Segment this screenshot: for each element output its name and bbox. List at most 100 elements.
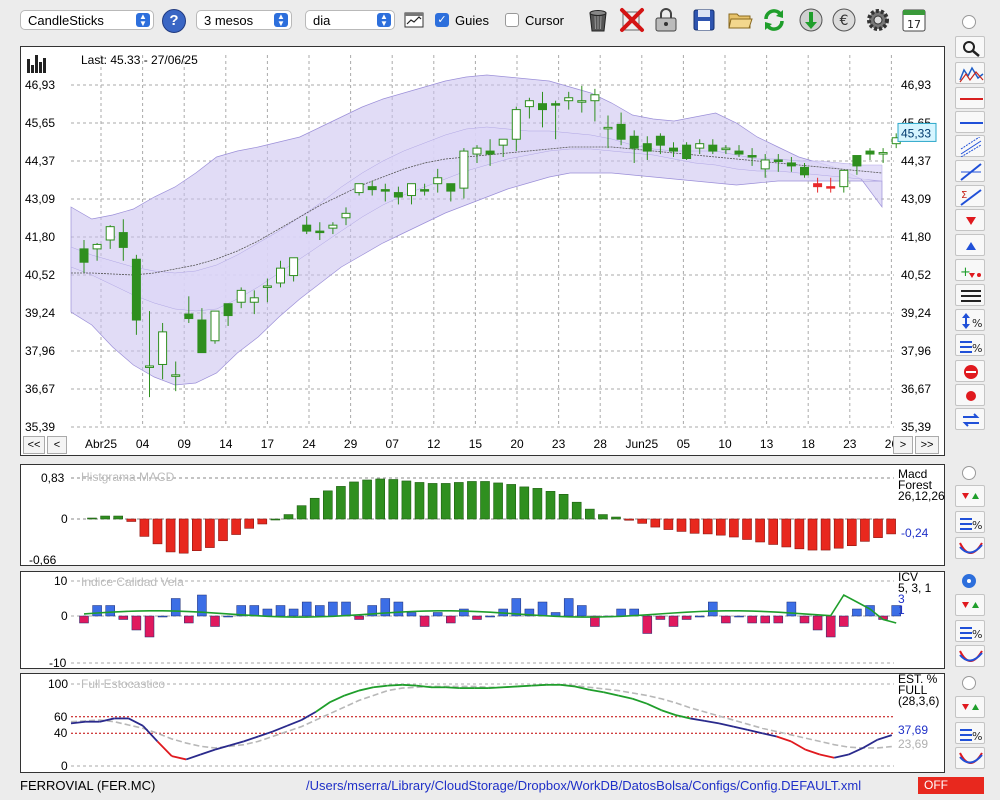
macd-bar: [833, 518, 844, 549]
save-icon[interactable]: [690, 6, 718, 34]
icv-chart[interactable]: 10 0 -10 Indice Calidad Vela: [21, 572, 944, 668]
fibonacci-button[interactable]: Σ: [955, 185, 985, 207]
candle-body: [433, 177, 443, 185]
candle-body: [145, 365, 154, 368]
macd-chart[interactable]: 0,83 0 -0,66 Histgrama MACD: [21, 465, 944, 565]
range-percent-button[interactable]: %: [955, 309, 985, 331]
nav-next-button[interactable]: >: [893, 436, 913, 454]
stochastic-params-button[interactable]: %: [955, 722, 985, 744]
trash-icon[interactable]: [584, 6, 612, 34]
bollinger-band-outer: [70, 74, 883, 386]
candle-body: [262, 285, 272, 288]
candle-body: [158, 331, 168, 365]
horizontal-line-blue-button[interactable]: [955, 111, 985, 133]
macd-bar: [113, 515, 123, 520]
candle-body: [669, 147, 678, 152]
icv-bar: [288, 608, 299, 617]
zoom-button[interactable]: [955, 36, 985, 58]
y-tick-label-right: 43,09: [901, 192, 931, 206]
chart-settings-icon[interactable]: [404, 10, 424, 30]
icv-bar: [354, 615, 364, 620]
icv-bar: [328, 601, 338, 617]
macd-radio[interactable]: [962, 466, 976, 480]
lock-icon[interactable]: [652, 6, 680, 34]
channel-button[interactable]: [955, 135, 985, 157]
stochastic-k-segment: [300, 711, 317, 721]
stochastic-curve-button[interactable]: [955, 747, 985, 769]
icv-down-arrows-button[interactable]: [955, 594, 985, 616]
macd-params-button[interactable]: %: [955, 511, 985, 533]
icv-panel: 10 0 -10 Indice Calidad Vela: [20, 571, 945, 669]
icv-radio[interactable]: [962, 574, 976, 588]
candle-body: [865, 150, 875, 155]
macd-bar: [231, 518, 241, 535]
candle-body: [826, 186, 836, 189]
y-tick-label: 40: [54, 726, 68, 740]
stochastic-k-segment: [272, 724, 288, 733]
stochastic-k-segment: [243, 735, 259, 743]
stochastic-k-segment: [156, 740, 173, 757]
candle-body: [393, 192, 403, 198]
chart-type-button[interactable]: [955, 62, 985, 84]
refresh-icon[interactable]: [760, 6, 788, 34]
stochastic-chart[interactable]: 100 60 40 0 Full Estocastico: [21, 674, 944, 772]
macd-down-arrows-button[interactable]: [955, 485, 985, 507]
macd-curve-button[interactable]: [955, 537, 985, 559]
stochastic-radio[interactable]: [962, 676, 976, 690]
stochastic-k-segment: [776, 735, 792, 743]
stochastic-k-segment: [387, 683, 403, 687]
record-button[interactable]: [955, 384, 985, 406]
trendline-button[interactable]: [955, 160, 985, 182]
delete-icon[interactable]: [618, 6, 646, 34]
icv-curve-button[interactable]: [955, 645, 985, 667]
toolbar-radio[interactable]: [962, 15, 976, 29]
macd-bar: [571, 501, 582, 520]
nav-first-button[interactable]: <<: [23, 436, 45, 454]
download-icon[interactable]: [797, 6, 825, 34]
guides-checkbox[interactable]: ✓: [435, 13, 449, 27]
macd-bar: [519, 486, 530, 520]
buy-sell-button[interactable]: +: [955, 259, 985, 281]
icv-bar: [393, 601, 404, 617]
period-select[interactable]: 3 mesos ▲ ▼: [196, 10, 292, 30]
candle-body: [223, 303, 233, 317]
lines-list-button[interactable]: [955, 284, 985, 306]
range-percent-icon: %: [962, 313, 982, 330]
icv-params-button[interactable]: %: [955, 620, 985, 642]
candle-body: [367, 186, 377, 191]
icv-bar: [852, 608, 862, 617]
price-chart[interactable]: 46,9346,9345,6545,6544,3744,3743,0943,09…: [21, 47, 944, 455]
icv-bar: [223, 615, 233, 618]
help-button[interactable]: ?: [162, 9, 186, 33]
mode-badge[interactable]: OFF: [918, 777, 984, 794]
macd-bar: [702, 518, 713, 535]
chart-type-select[interactable]: CandleSticks ▲ ▼: [20, 10, 154, 30]
swap-button[interactable]: [955, 408, 985, 430]
icv-bar: [301, 601, 312, 617]
stochastic-value-a: 37,69: [898, 723, 929, 737]
period-value: 3 mesos: [204, 13, 254, 28]
gear-icon[interactable]: [864, 6, 892, 34]
macd-bar: [480, 481, 490, 520]
interval-select[interactable]: dia ▲ ▼: [305, 10, 395, 30]
stochastic-down-arrows-button[interactable]: [955, 696, 985, 718]
stochastic-k-segment: [200, 748, 216, 756]
calendar-icon[interactable]: 17: [900, 6, 928, 34]
arrow-up-button[interactable]: [955, 234, 985, 256]
cursor-checkbox[interactable]: [505, 13, 519, 27]
stochastic-k-segment: [373, 684, 388, 689]
candle-body: [289, 257, 299, 277]
icv-bar: [341, 601, 351, 617]
macd-bar: [637, 518, 648, 524]
nav-last-button[interactable]: >>: [915, 436, 939, 454]
nav-prev-button[interactable]: <: [47, 436, 67, 454]
horizontal-line-red-button[interactable]: [955, 87, 985, 109]
candle-body: [813, 183, 823, 188]
euro-icon[interactable]: €: [830, 6, 858, 34]
stop-button[interactable]: [955, 360, 985, 382]
open-folder-icon[interactable]: [726, 6, 754, 34]
arrow-down-button[interactable]: [955, 209, 985, 231]
levels-percent-button[interactable]: %: [955, 334, 985, 356]
macd-panel: 0,83 0 -0,66 Histgrama MACD: [20, 464, 945, 566]
icv-bar: [563, 598, 574, 617]
